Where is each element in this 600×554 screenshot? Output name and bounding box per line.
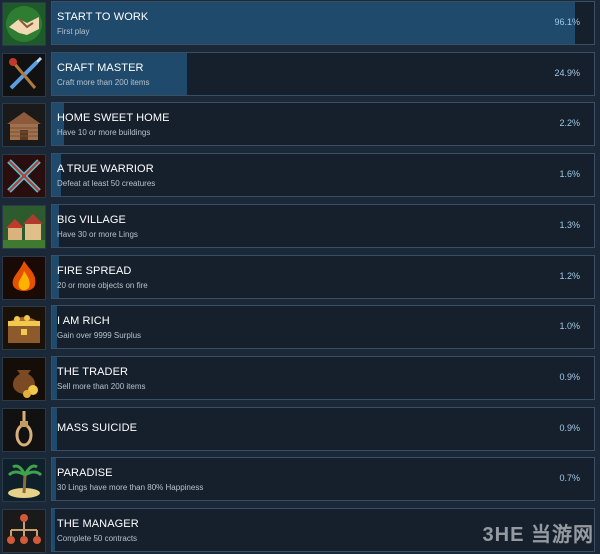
progress-bar: HOME SWEET HOME Have 10 or more buildings… [51,102,595,147]
achievement-title: THE TRADER [57,365,129,378]
achievement-title: START TO WORK [57,11,149,23]
progress-fill [52,154,61,197]
achievement-title: FIRE SPREAD [57,264,132,277]
progress-fill [52,458,56,501]
unlock-percentage: 1.6% [559,169,580,180]
achievement-description: Complete 50 contracts [57,534,138,543]
achievement-title: CRAFT MASTER [57,61,144,74]
progress-bar: START TO WORK First play 96.1% [51,1,595,45]
achievement-description: First play [57,27,90,36]
progress-fill [52,255,59,298]
progress-fill [52,52,188,95]
village-icon [2,204,46,249]
achievement-row: HOME SWEET HOME Have 10 or more buildings… [0,102,600,148]
achievement-description: Sell more than 200 items [57,381,146,391]
org-chart-icon [2,509,46,553]
progress-fill [52,204,60,247]
achievement-row: A TRUE WARRIOR Defeat at least 50 creatur… [0,153,600,199]
unlock-percentage: 1.0% [559,321,580,332]
achievement-row: I AM RICH Gain over 9999 Surplus 1.0% [0,305,600,351]
crossed-swords-icon [2,154,46,199]
unlock-percentage: 24.9% [554,67,580,78]
progress-bar: THE TRADER Sell more than 200 items 0.9% [51,355,595,400]
watermark: 3HE 当游网 [482,524,594,546]
progress-bar: I AM RICH Gain over 9999 Surplus 1.0% [51,305,595,350]
crossed-tools-icon [2,52,46,97]
achievement-description: 30 Lings have more than 80% Happiness [57,483,204,493]
wooden-house-icon [2,103,46,148]
achievement-row: BIG VILLAGE Have 30 or more Lings 1.3% [0,203,600,250]
noose-icon [2,407,46,452]
unlock-percentage: 1.2% [559,270,580,281]
unlock-percentage: 0.9% [559,371,580,382]
progress-fill [52,306,58,349]
unlock-percentage: 96.1% [554,17,580,27]
achievement-title: BIG VILLAGE [57,213,126,226]
achievement-title: HOME SWEET HOME [57,112,170,125]
fire-icon [2,255,46,300]
achievement-description: Craft more than 200 items [57,77,150,87]
progress-bar: MASS SUICIDE 0.9% [51,406,595,451]
achievement-row: MASS SUICIDE 0.9% [0,406,600,453]
achievement-row: THE TRADER Sell more than 200 items 0.9% [0,355,600,402]
progress-fill [52,2,575,44]
progress-bar: A TRUE WARRIOR Defeat at least 50 creatur… [51,153,595,198]
achievement-description: Gain over 9999 Surplus [57,331,142,341]
unlock-percentage: 0.9% [559,422,580,433]
achievement-title: MASS SUICIDE [57,421,138,434]
progress-bar: BIG VILLAGE Have 30 or more Lings 1.3% [51,203,595,248]
achievement-description: 20 or more objects on fire [57,280,148,290]
progress-bar: PARADISE 30 Lings have more than 80% Happ… [51,457,595,502]
unlock-percentage: 0.7% [559,473,580,484]
money-bag-icon [2,356,46,401]
achievement-row: FIRE SPREAD 20 or more objects on fire 1.2… [0,254,600,301]
achievement-description: Have 10 or more buildings [57,128,151,138]
achievement-title: THE MANAGER [57,518,139,530]
achievement-description: Have 30 or more Lings [57,229,138,239]
progress-fill [52,356,57,399]
achievement-row: PARADISE 30 Lings have more than 80% Happ… [0,457,600,503]
achievement-description: Defeat at least 50 creatures [57,179,156,189]
progress-bar: FIRE SPREAD 20 or more objects on fire 1.2… [51,254,595,299]
progress-fill [52,509,55,551]
achievement-row: CRAFT MASTER Craft more than 200 items 24.… [0,51,600,98]
achievement-row: START TO WORK First play 96.1% [0,1,600,47]
achievement-title: I AM RICH [57,315,110,328]
unlock-percentage: 1.3% [559,219,580,230]
unlock-percentage: 2.2% [559,118,580,129]
progress-fill [52,103,64,146]
achievement-title: PARADISE [57,467,113,480]
achievement-title: A TRUE WARRIOR [57,163,154,176]
handshake-icon [2,2,46,46]
palm-island-icon [2,458,46,503]
treasure-chest-icon [2,306,46,351]
progress-bar: CRAFT MASTER Craft more than 200 items 24.… [51,51,595,96]
